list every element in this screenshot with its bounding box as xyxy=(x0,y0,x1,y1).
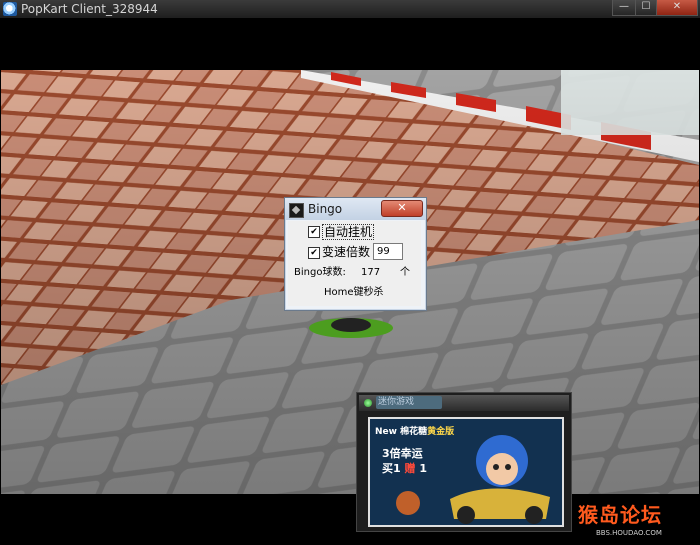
ad-line3-a: 买1 xyxy=(382,462,401,475)
ad-popup[interactable]: 迷你游戏 New 棉花糖黄金版 3倍幸运 买1 赠 1 xyxy=(356,392,572,532)
bingo-close-button[interactable]: ✕ xyxy=(381,200,423,217)
speed-multiplier-label[interactable]: 变速倍数 xyxy=(322,245,370,259)
ad-banner[interactable]: New 棉花糖黄金版 3倍幸运 买1 赠 1 xyxy=(368,417,564,527)
ad-line2: 3倍幸运 xyxy=(382,447,423,460)
window-title: PopKart Client_328944 xyxy=(21,2,158,16)
ad-line3-b: 1 xyxy=(419,462,427,475)
ad-line1-gold: 黄金版 xyxy=(427,427,455,437)
bingo-titlebar[interactable]: Bingo ✕ xyxy=(285,198,426,220)
watermark-url: BBS.HOUDAO.COM xyxy=(596,529,662,537)
bingo-app-icon xyxy=(289,203,304,218)
ad-header-title: 迷你游戏 xyxy=(376,396,442,409)
minimize-button[interactable]: — xyxy=(612,0,636,16)
watermark-logo: 猴岛论坛 xyxy=(578,503,662,527)
close-button[interactable]: ✕ xyxy=(656,0,698,16)
ball-count-label: Bingo球数: xyxy=(294,267,346,278)
speed-multiplier-checkbox[interactable]: ✔ xyxy=(308,247,320,259)
ad-line3-red: 赠 xyxy=(404,462,416,475)
window-titlebar[interactable]: PopKart Client_328944 — ☐ ✕ xyxy=(0,0,700,18)
speed-multiplier-input[interactable]: 99 xyxy=(373,243,403,260)
status-dot-icon xyxy=(364,399,372,407)
ball-count-value: 177 xyxy=(361,267,381,278)
bingo-body: ✔ 自动挂机 ✔ 变速倍数 99 Bingo球数: 177 个 Home键秒杀 xyxy=(288,221,421,306)
app-icon xyxy=(3,2,17,16)
auto-hang-checkbox[interactable]: ✔ xyxy=(308,226,320,238)
ball-count-unit: 个 xyxy=(400,267,410,278)
maximize-button[interactable]: ☐ xyxy=(635,0,657,16)
auto-hang-label[interactable]: 自动挂机 xyxy=(322,224,375,240)
bingo-title: Bingo xyxy=(308,202,343,216)
ad-header: 迷你游戏 xyxy=(359,395,569,411)
bingo-dialog: Bingo ✕ ✔ 自动挂机 ✔ 变速倍数 99 Bingo球数: 177 个 … xyxy=(284,197,427,311)
ad-line1-prefix: New 棉花糖 xyxy=(375,427,428,437)
hotkey-hint: Home键秒杀 xyxy=(324,287,384,298)
